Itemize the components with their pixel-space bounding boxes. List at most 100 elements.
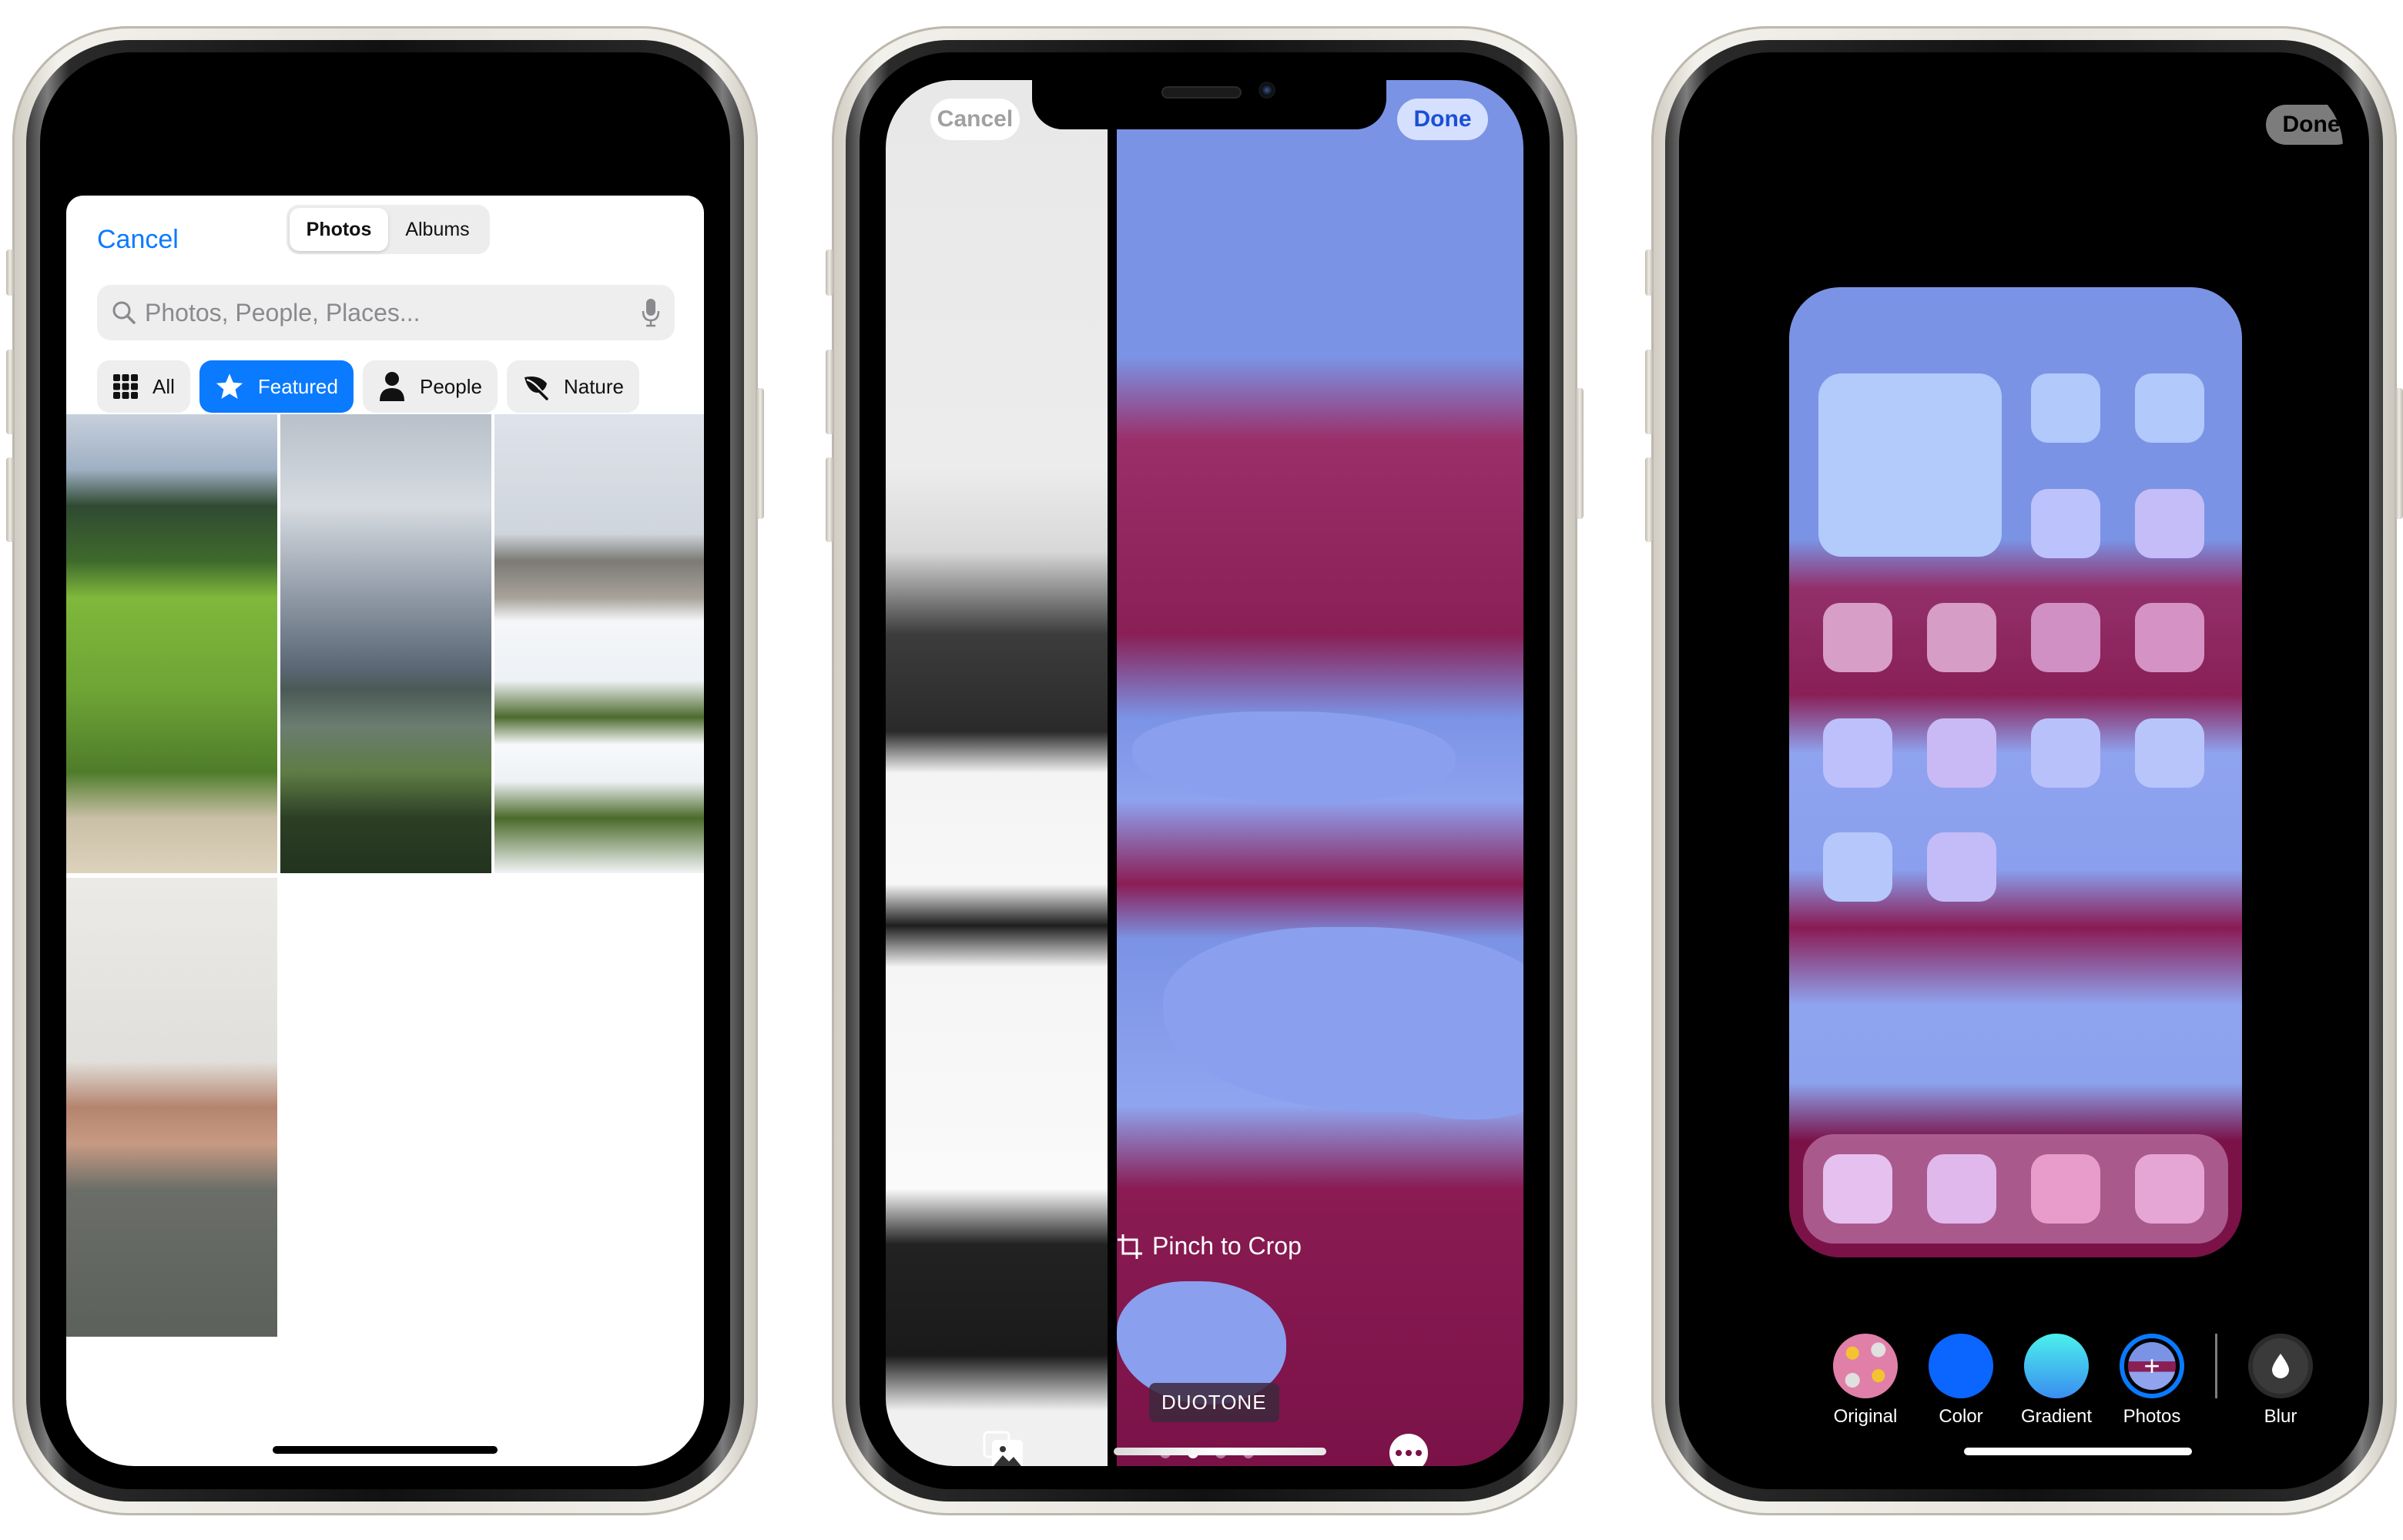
front-camera — [1258, 82, 1275, 99]
screen: Cancel Done Pinch to Crop DUOTONE — [886, 80, 1523, 1466]
search-input[interactable]: Photos, People, Places... — [97, 285, 675, 340]
photos-albums-segmented-control: Photos Albums — [287, 205, 490, 254]
option-label: Blur — [2264, 1406, 2297, 1427]
option-color[interactable]: Color — [1913, 1334, 2009, 1428]
photo-thumbnail[interactable] — [494, 414, 704, 873]
app-icon-placeholder — [1927, 718, 1996, 788]
home-screen-wallpaper-preview — [1789, 287, 2242, 1257]
cancel-button[interactable]: Cancel — [97, 225, 179, 255]
filter-chip-label: Nature — [563, 374, 624, 398]
app-icon-placeholder — [2031, 489, 2100, 558]
app-icon-placeholder — [1823, 718, 1892, 788]
person-icon — [379, 372, 404, 401]
dock-app-placeholder — [2135, 1154, 2204, 1224]
volume-down-button — [1645, 457, 1653, 542]
filter-chip-featured[interactable]: Featured — [199, 360, 354, 413]
done-button[interactable]: Done — [2266, 105, 2343, 145]
photo-thumbnail[interactable] — [66, 878, 277, 1337]
app-icon-placeholder — [2031, 718, 2100, 788]
option-label: Color — [1939, 1406, 1983, 1427]
filter-chip-label: Featured — [257, 374, 338, 398]
option-label: Photos — [2123, 1406, 2181, 1427]
cancel-button[interactable]: Cancel — [930, 99, 1020, 140]
filter-chip-nature[interactable]: Nature — [506, 360, 639, 413]
photo-library-button[interactable] — [983, 1431, 1026, 1466]
filter-name-badge: DUOTONE — [1149, 1383, 1279, 1422]
app-icon-placeholder — [1927, 603, 1996, 672]
filter-chip-people[interactable]: People — [362, 360, 498, 413]
ellipsis-icon — [1396, 1450, 1402, 1456]
mute-switch — [6, 249, 14, 296]
volume-up-button — [6, 350, 14, 434]
original-photo-preview — [886, 80, 1108, 1466]
option-blur[interactable]: Blur — [2233, 1334, 2328, 1428]
app-icon-placeholder — [2135, 718, 2204, 788]
microphone-icon[interactable] — [641, 297, 661, 328]
home-indicator — [273, 1446, 498, 1454]
search-placeholder: Photos, People, Places... — [145, 298, 421, 326]
comparison-divider[interactable] — [1108, 80, 1117, 1466]
volume-up-button — [1645, 350, 1653, 434]
add-photo-icon: + — [2120, 1334, 2184, 1398]
leaf-icon — [524, 377, 548, 400]
tab-albums[interactable]: Albums — [388, 208, 487, 251]
pinch-to-crop-hint: Pinch to Crop — [1117, 1232, 1302, 1260]
volume-up-button — [826, 350, 833, 434]
app-icon-placeholder — [1927, 832, 1996, 902]
dock — [1803, 1134, 2228, 1244]
power-button — [2395, 388, 2403, 519]
phone-photo-picker: Cancel Photos Albums Photos, People, Pla… — [6, 26, 764, 1515]
filter-chip-label: All — [152, 374, 175, 398]
volume-down-button — [6, 457, 14, 542]
option-gradient[interactable]: Gradient — [2009, 1334, 2104, 1428]
app-icon-placeholder — [1823, 603, 1892, 672]
photo-stack-icon — [983, 1431, 1023, 1466]
speaker-grille — [1161, 86, 1242, 99]
app-icon-placeholder — [2135, 603, 2204, 672]
power-button — [756, 388, 764, 519]
phone-duotone-editor: Cancel Done Pinch to Crop DUOTONE — [826, 26, 1584, 1515]
plus-icon: + — [2128, 1342, 2176, 1390]
dock-app-placeholder — [2031, 1154, 2100, 1224]
photo-picker-sheet: Cancel Photos Albums Photos, People, Pla… — [66, 196, 704, 1466]
phone-home-screen-preview: Done Original Color Gradient + Photos Bl… — [1645, 26, 2403, 1515]
screen: Done Original Color Gradient + Photos Bl… — [1705, 80, 2343, 1466]
option-label: Gradient — [2020, 1406, 2093, 1427]
widget-placeholder — [1818, 373, 2002, 557]
app-icon-placeholder — [2031, 373, 2100, 443]
wallpaper-style-picker: Original Color Gradient + Photos Blur — [1818, 1334, 2328, 1428]
filter-chip-label: People — [419, 374, 482, 398]
photo-thumbnail[interactable] — [280, 414, 491, 873]
volume-down-button — [826, 457, 833, 542]
app-icon-placeholder — [2031, 603, 2100, 672]
search-icon — [112, 301, 136, 324]
tab-photos[interactable]: Photos — [290, 208, 388, 251]
blur-drop-icon — [2248, 1334, 2313, 1398]
more-options-button[interactable] — [1389, 1434, 1428, 1466]
mute-switch — [826, 249, 833, 296]
app-icon-placeholder — [2135, 373, 2204, 443]
mute-switch — [1645, 249, 1653, 296]
option-label: Original — [1833, 1406, 1898, 1427]
crop-icon — [1118, 1234, 1142, 1259]
option-photos[interactable]: + Photos — [2104, 1334, 2200, 1428]
done-button[interactable]: Done — [1397, 99, 1488, 140]
power-button — [1576, 388, 1584, 519]
picker-separator — [2215, 1334, 2217, 1398]
filter-chips: All Featured People Nature — [97, 360, 639, 413]
pinch-to-crop-label: Pinch to Crop — [1152, 1232, 1302, 1260]
grid-icon — [113, 374, 138, 399]
screen: Cancel Photos Albums Photos, People, Pla… — [66, 80, 704, 1466]
dock-app-placeholder — [1823, 1154, 1892, 1224]
dock-app-placeholder — [1927, 1154, 1996, 1224]
home-indicator — [1964, 1448, 2192, 1455]
app-icon-placeholder — [1823, 832, 1892, 902]
emoji-pattern-icon — [1833, 1334, 1898, 1398]
color-swatch-icon — [1929, 1334, 1993, 1398]
star-icon — [216, 373, 243, 399]
home-indicator — [1114, 1448, 1326, 1455]
photo-thumbnail[interactable] — [66, 414, 277, 873]
filter-chip-all[interactable]: All — [97, 360, 190, 413]
gradient-swatch-icon — [2024, 1334, 2089, 1398]
option-original[interactable]: Original — [1818, 1334, 1913, 1428]
